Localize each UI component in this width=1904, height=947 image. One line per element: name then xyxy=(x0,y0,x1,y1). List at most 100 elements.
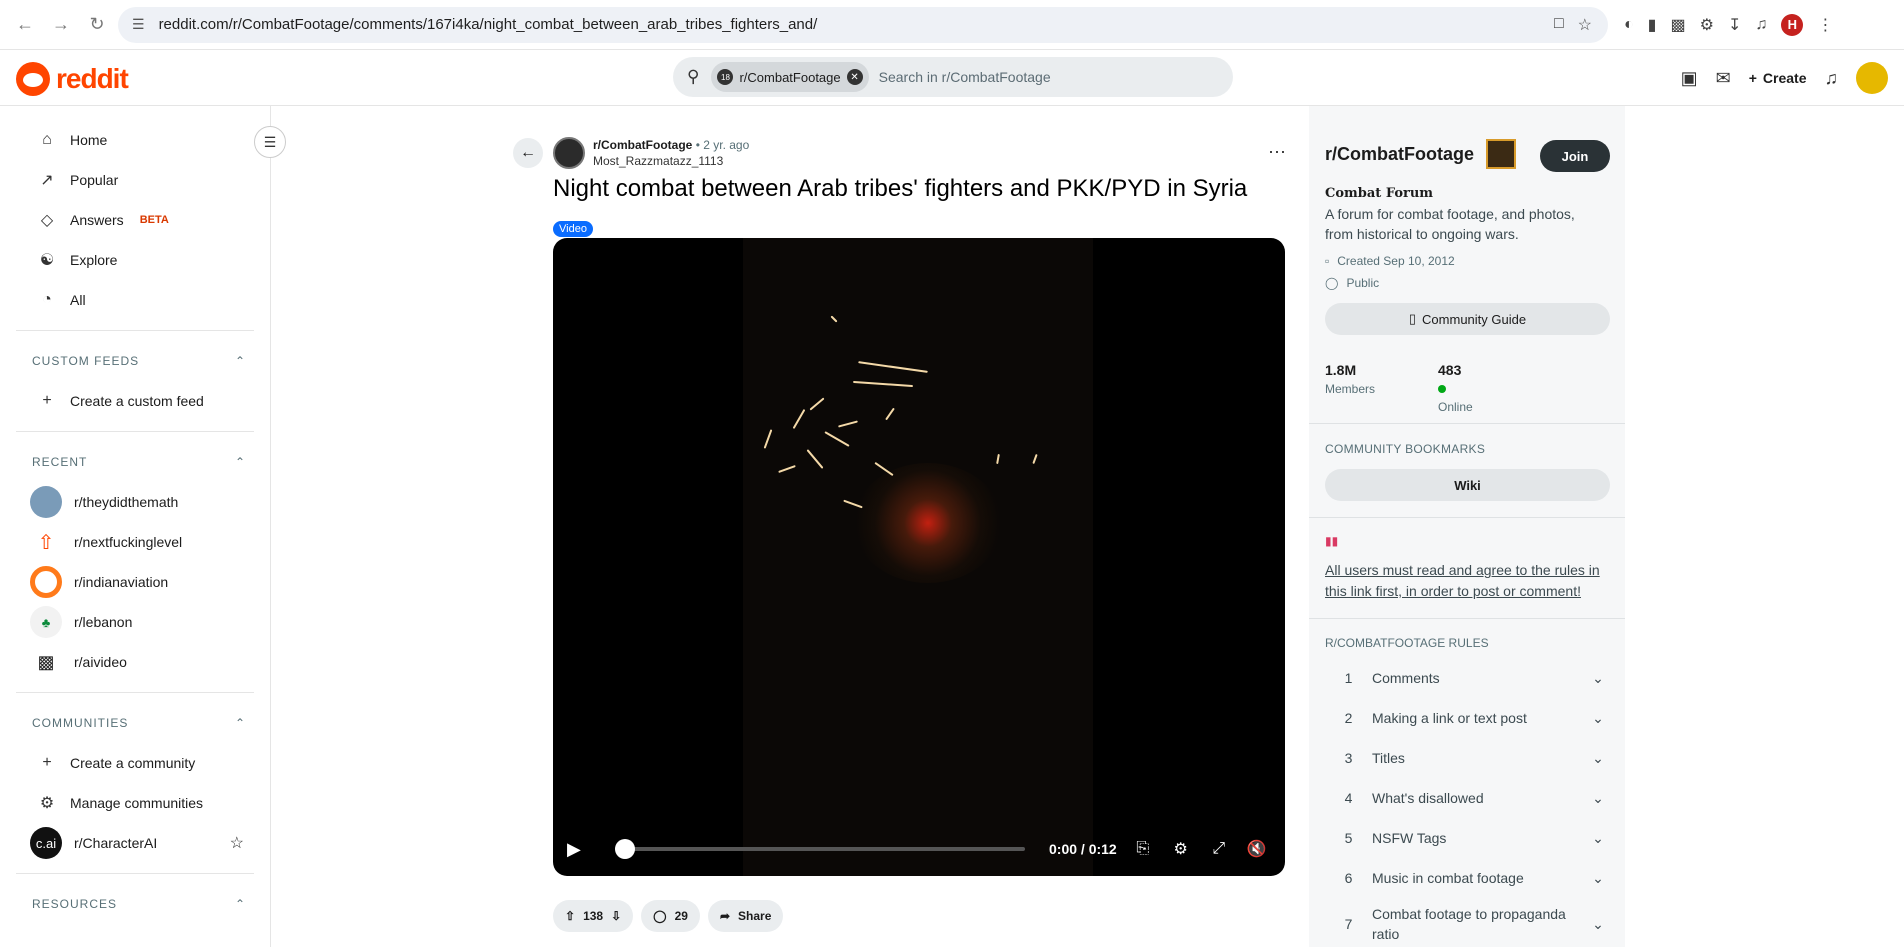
chevron-down-icon: ⌄ xyxy=(1592,915,1604,932)
back-arrow-icon[interactable]: ← xyxy=(10,10,40,40)
sidebar-item-explore[interactable]: ☯ Explore xyxy=(0,240,270,280)
sidebar-item-all[interactable]: ◔ All xyxy=(0,280,270,320)
rule-item[interactable]: 4 What's disallowed ⌄ xyxy=(1325,778,1610,818)
rule-item[interactable]: 5 NSFW Tags ⌄ xyxy=(1325,818,1610,858)
collapse-sidebar-button[interactable]: ☰ xyxy=(254,126,286,158)
video-progress-track[interactable] xyxy=(615,839,1025,859)
answers-icon: ◇ xyxy=(40,212,54,229)
share-icon: ➦ xyxy=(719,909,731,923)
bookmark-star-icon[interactable]: ☆ xyxy=(1578,15,1592,35)
reload-icon[interactable]: ↻ xyxy=(82,10,112,40)
author-link[interactable]: Most_Razzmatazz_1113 xyxy=(593,154,749,168)
rule-item[interactable]: 3 Titles ⌄ xyxy=(1325,738,1610,778)
post-flair[interactable]: Video xyxy=(553,221,593,237)
section-heading: CUSTOM FEEDS xyxy=(32,354,140,368)
share-button[interactable]: ➦ Share xyxy=(707,900,784,932)
rule-item[interactable]: 7 Combat footage to propaganda ratio ⌄ xyxy=(1325,902,1610,946)
manage-communities[interactable]: ⚙ Manage communities xyxy=(0,783,270,823)
download-icon[interactable]: ↧ xyxy=(1728,15,1741,35)
advertise-icon[interactable]: ▣ xyxy=(1681,68,1698,89)
more-options-icon[interactable]: ⋯ xyxy=(1268,142,1287,163)
reddit-logo[interactable]: reddit xyxy=(16,62,129,96)
sidebar-item-answers[interactable]: ◇ Answers BETA xyxy=(0,200,270,240)
video-player[interactable]: ▶ 0:00 / 0:12 ⎘ ⚙ ⤢ 🔇 xyxy=(553,238,1285,876)
search-community-chip[interactable]: 18 r/CombatFootage ✕ xyxy=(711,62,869,92)
rule-number: 6 xyxy=(1344,870,1353,886)
left-sidebar: ⌂ Home ↗ Popular ◇ Answers BETA ☯ Explor… xyxy=(0,106,271,947)
subreddit-avatar[interactable] xyxy=(553,137,585,169)
forward-arrow-icon[interactable]: → xyxy=(46,10,76,40)
recent-item[interactable]: r/theydidthemath xyxy=(0,482,270,522)
sidebar-item-popular[interactable]: ↗ Popular xyxy=(0,160,270,200)
snoo-icon xyxy=(16,62,50,96)
section-heading: RESOURCES xyxy=(32,897,118,911)
extensions-puzzle-icon[interactable]: ⚙ xyxy=(1700,15,1714,35)
extension-icon[interactable]: ▮ xyxy=(1648,15,1657,35)
url-text: reddit.com/r/CombatFootage/comments/167i… xyxy=(158,16,818,33)
rule-item[interactable]: 1 Comments ⌄ xyxy=(1325,658,1610,698)
community-item[interactable]: c.ai r/CharacterAI ☆ xyxy=(0,823,270,863)
recent-item[interactable]: ▩ r/aivideo xyxy=(0,642,270,682)
recent-item-label: r/indianaviation xyxy=(74,574,169,590)
remove-chip-icon[interactable]: ✕ xyxy=(846,69,863,85)
address-bar[interactable]: ☰ reddit.com/r/CombatFootage/comments/16… xyxy=(118,6,1608,43)
rules-notice-link[interactable]: All users must read and agree to the rul… xyxy=(1325,560,1605,602)
divider xyxy=(1309,423,1625,424)
install-app-icon[interactable]: □ xyxy=(1554,15,1564,35)
gear-icon: ⚙ xyxy=(39,795,55,812)
browser-profile-avatar[interactable]: H xyxy=(1781,13,1804,36)
create-community[interactable]: + Create a community xyxy=(0,743,270,783)
notifications-bell-icon[interactable]: ♫ xyxy=(1825,68,1839,89)
recent-item[interactable]: r/indianaviation xyxy=(0,562,270,602)
chat-icon[interactable]: ✉ xyxy=(1716,68,1731,89)
video-scrubber-handle[interactable] xyxy=(615,839,635,859)
media-control-icon[interactable]: ♫ xyxy=(1755,16,1767,34)
members-label: Members xyxy=(1325,382,1376,396)
recent-item-label: r/lebanon xyxy=(74,614,133,630)
video-time: 0:00 / 0:12 xyxy=(1049,841,1117,857)
chevron-up-icon: ⌃ xyxy=(234,716,246,730)
divider xyxy=(16,431,254,432)
back-button[interactable]: ← xyxy=(513,138,543,168)
user-avatar[interactable] xyxy=(1856,62,1888,94)
upvote-icon[interactable]: ⇧ xyxy=(565,909,575,923)
section-heading: RECENT xyxy=(32,455,88,469)
custom-feeds-header[interactable]: CUSTOM FEEDS ⌃ xyxy=(0,341,270,381)
settings-gear-icon[interactable]: ⚙ xyxy=(1169,839,1193,859)
favorite-star-icon[interactable]: ☆ xyxy=(230,833,244,853)
captions-icon[interactable]: ⎘ xyxy=(1131,840,1155,858)
rule-item[interactable]: 2 Making a link or text post ⌄ xyxy=(1325,698,1610,738)
search-bar[interactable]: ⚲ 18 r/CombatFootage ✕ Search in r/Comba… xyxy=(673,57,1233,97)
recent-header[interactable]: RECENT ⌃ xyxy=(0,442,270,482)
explore-icon: ☯ xyxy=(39,252,55,269)
recent-item[interactable]: ♣ r/lebanon xyxy=(0,602,270,642)
mute-icon[interactable]: 🔇 xyxy=(1245,839,1269,859)
comments-button[interactable]: ◯ 29 xyxy=(641,900,700,932)
extension-icon[interactable]: ◐ xyxy=(1624,16,1634,34)
recent-item[interactable]: ⇧ r/nextfuckinglevel xyxy=(0,522,270,562)
resources-header[interactable]: RESOURCES ⌃ xyxy=(0,884,270,924)
rule-item[interactable]: 6 Music in combat footage ⌄ xyxy=(1325,858,1610,898)
community-label: r/CharacterAI xyxy=(74,835,158,851)
fullscreen-icon[interactable]: ⤢ xyxy=(1207,840,1231,858)
extension-icon[interactable]: ▩ xyxy=(1670,15,1685,35)
community-description: A forum for combat footage, and photos, … xyxy=(1325,206,1575,242)
browser-menu-icon[interactable]: ⋮ xyxy=(1817,15,1833,35)
share-label: Share xyxy=(738,909,772,923)
play-icon[interactable]: ▶ xyxy=(567,839,591,860)
create-custom-feed[interactable]: + Create a custom feed xyxy=(0,381,270,421)
subreddit-link[interactable]: r/CombatFootage xyxy=(593,138,692,152)
community-name[interactable]: r/CombatFootage xyxy=(1325,144,1474,165)
search-placeholder[interactable]: Search in r/CombatFootage xyxy=(879,69,1051,85)
create-button[interactable]: + Create xyxy=(1749,70,1807,86)
post-title: Night combat between Arab tribes' fighte… xyxy=(553,175,1248,202)
logo-text: reddit xyxy=(56,63,129,94)
wiki-button[interactable]: Wiki xyxy=(1325,469,1610,501)
communities-header[interactable]: COMMUNITIES ⌃ xyxy=(0,703,270,743)
sidebar-item-home[interactable]: ⌂ Home xyxy=(0,120,270,160)
downvote-icon[interactable]: ⇩ xyxy=(611,909,621,923)
recent-item-label: r/aivideo xyxy=(74,654,127,670)
community-guide-button[interactable]: ▯ Community Guide xyxy=(1325,303,1610,335)
join-button[interactable]: Join xyxy=(1540,140,1610,172)
site-settings-icon[interactable]: ☰ xyxy=(132,16,145,33)
